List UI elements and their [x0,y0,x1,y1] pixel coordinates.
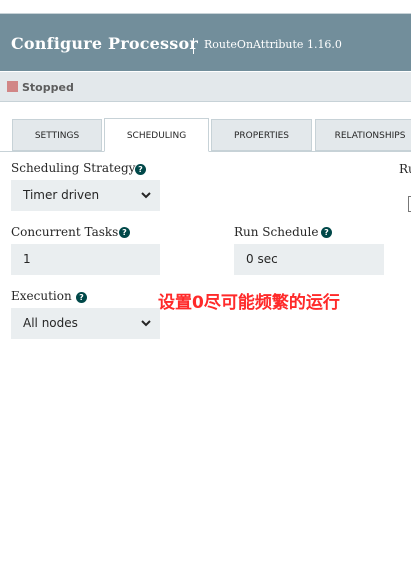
processor-type: RouteOnAttribute 1.16.0 [204,38,342,51]
tab-bar: SETTINGS SCHEDULING PROPERTIES RELATIONS… [0,118,411,152]
help-icon[interactable]: ? [135,164,146,175]
annotation-text: 设置0尽可能频繁的运行 [158,293,340,313]
run-schedule-label: Run Schedule [234,225,319,239]
help-icon[interactable]: ? [321,227,332,238]
run-schedule-input[interactable]: 0 sec [234,244,384,275]
execution-label: Execution [11,289,72,303]
tab-properties[interactable]: PROPERTIES [211,119,312,151]
tab-settings[interactable]: SETTINGS [12,119,102,151]
execution-select[interactable]: All nodes [11,308,160,339]
top-strip [0,0,411,14]
chevron-down-icon [141,320,151,327]
dialog-header: Configure Processor RouteOnAttribute 1.1… [0,14,411,71]
status-bar: Stopped [0,72,411,102]
tab-relationships[interactable]: RELATIONSHIPS [315,119,411,151]
run-duration-label: Ru [399,162,411,176]
title-divider [193,38,194,54]
status-text: Stopped [22,81,74,94]
scheduling-strategy-label: Scheduling Strategy [11,161,136,175]
help-icon[interactable]: ? [119,227,130,238]
help-icon[interactable]: ? [76,292,87,303]
concurrent-tasks-label: Concurrent Tasks [11,225,119,239]
scheduling-strategy-select[interactable]: Timer driven [11,180,160,211]
stopped-icon [7,81,18,92]
chevron-down-icon [141,192,151,199]
concurrent-tasks-input[interactable]: 1 [11,244,160,275]
tab-scheduling[interactable]: SCHEDULING [104,118,209,152]
dialog-title: Configure Processor [11,34,198,53]
scheduling-strategy-value: Timer driven [23,188,100,202]
execution-value: All nodes [23,316,78,330]
